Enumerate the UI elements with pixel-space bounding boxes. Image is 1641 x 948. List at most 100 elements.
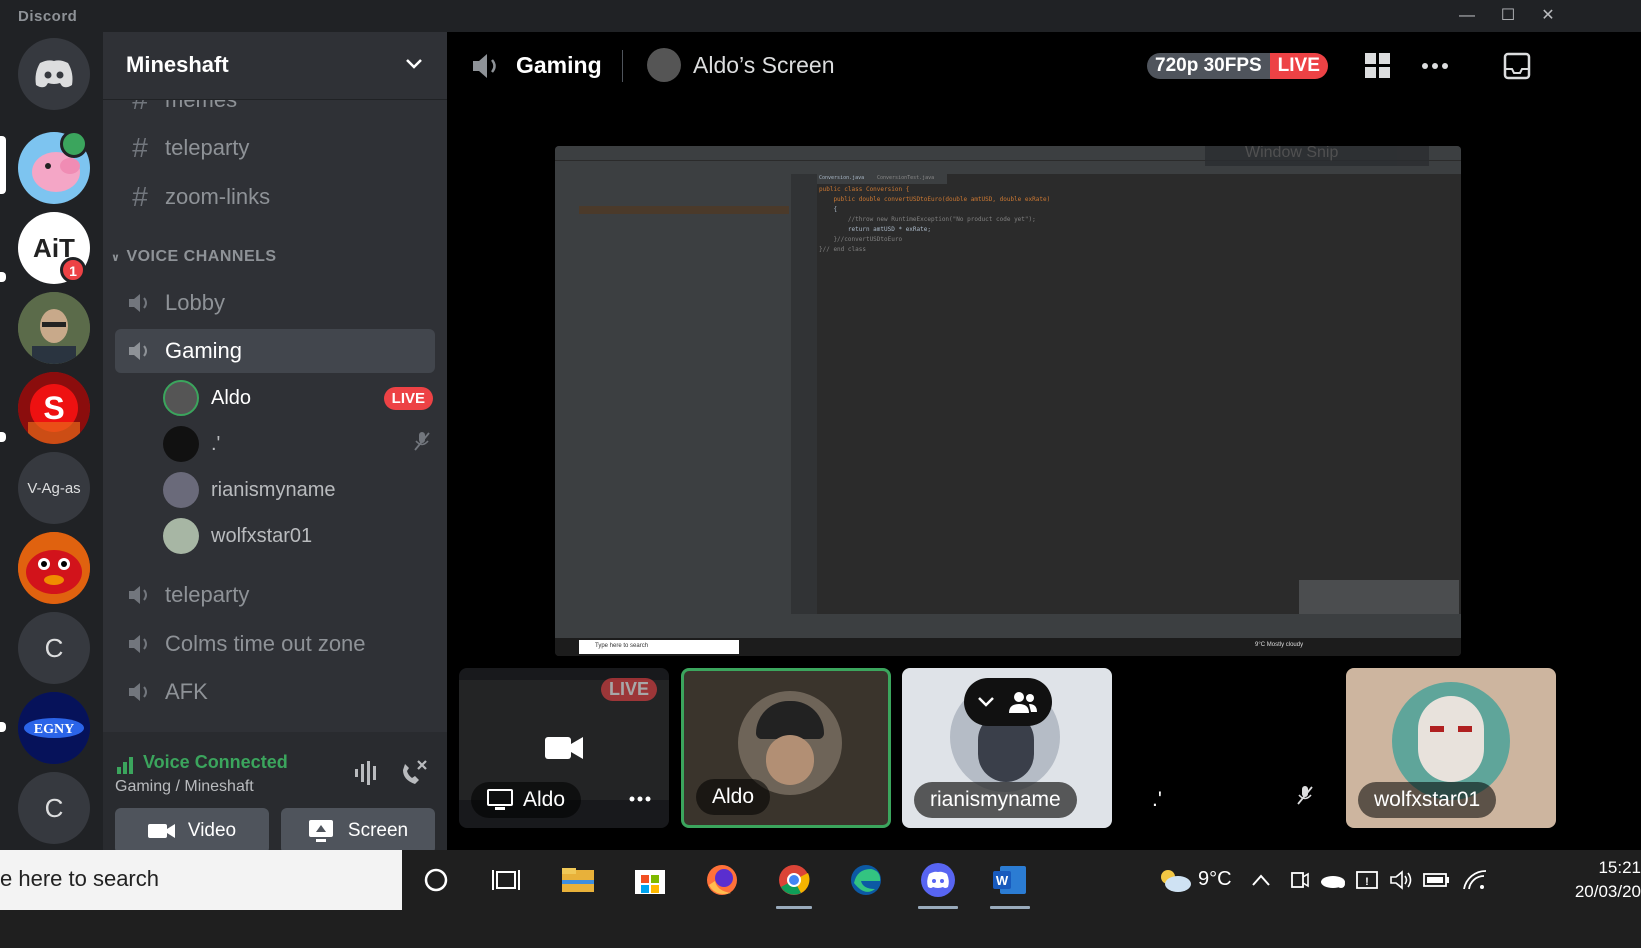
tile-name: Aldo xyxy=(471,782,582,818)
v-ag-as-server-icon[interactable]: V-Ag-as xyxy=(18,452,90,524)
tile-name: rianismyname xyxy=(914,782,1077,818)
ide-notification xyxy=(1299,580,1459,614)
code-line: public double convertUSDtoEuro(double am… xyxy=(819,196,1051,203)
channel-name: AFK xyxy=(165,679,208,704)
ide-editor: Conversion.java ConversionTest.java publ… xyxy=(817,174,1461,614)
task-view-icon[interactable] xyxy=(486,860,526,900)
more-options-icon[interactable] xyxy=(1421,62,1449,70)
camera-icon xyxy=(545,737,583,759)
weather-icon[interactable] xyxy=(1152,860,1196,900)
code-line: }//convertUSDtoEuro xyxy=(819,236,903,243)
shared-screen-video[interactable]: Conversion.java ConversionTest.java publ… xyxy=(555,146,1461,656)
disconnect-icon[interactable] xyxy=(399,758,429,788)
minimize-button[interactable]: — xyxy=(1452,4,1482,28)
signal-icon xyxy=(117,757,133,774)
remote-taskbar: Type here to search 9°C Mostly cloudy xyxy=(555,638,1461,656)
firefox-icon[interactable] xyxy=(702,860,742,900)
network-warning-icon[interactable]: ! xyxy=(1352,860,1382,900)
unread-indicator xyxy=(0,272,6,282)
category-label: VOICE CHANNELS xyxy=(126,248,277,265)
cortana-icon[interactable] xyxy=(416,860,456,900)
person-server-icon[interactable] xyxy=(18,292,90,364)
speaker-icon xyxy=(121,633,159,655)
participants-toggle[interactable] xyxy=(964,678,1052,726)
voice-member-dot[interactable]: .' xyxy=(163,424,433,464)
screen-share-icon xyxy=(308,820,333,842)
tile-dot[interactable]: .' xyxy=(1124,668,1334,828)
channel-teleparty-text[interactable]: # teleparty xyxy=(115,126,435,170)
voice-channel-colms[interactable]: Colms time out zone xyxy=(115,622,435,666)
red-creature-server-icon[interactable] xyxy=(18,532,90,604)
channel-name: teleparty xyxy=(165,135,250,160)
edge-icon[interactable] xyxy=(846,860,886,900)
muted-mic-icon xyxy=(411,430,433,458)
screen-share-button[interactable]: Screen xyxy=(281,808,435,854)
speaker-icon xyxy=(121,681,159,703)
guild-header[interactable]: Mineshaft xyxy=(103,32,447,100)
stage-channel-name: Gaming xyxy=(516,52,602,78)
file-explorer-icon[interactable] xyxy=(558,860,598,900)
voice-member-aldo[interactable]: Aldo LIVE xyxy=(163,378,433,418)
live-badge: LIVE xyxy=(1269,53,1328,79)
close-window-button[interactable]: ✕ xyxy=(1533,4,1563,28)
temperature[interactable]: 9°C xyxy=(1198,868,1232,891)
discord-taskbar-icon[interactable] xyxy=(918,860,958,900)
c-server-icon[interactable]: C xyxy=(18,612,90,684)
voice-member-wolfxstar01[interactable]: wolfxstar01 xyxy=(163,516,433,556)
meet-now-icon[interactable] xyxy=(1284,860,1314,900)
voice-channel-lobby[interactable]: Lobby xyxy=(115,281,435,325)
speaking-badge xyxy=(60,130,88,158)
system-clock[interactable]: 15:21 20/03/20 xyxy=(1571,856,1641,904)
screen-label: Screen xyxy=(347,820,409,841)
speaker-icon xyxy=(473,54,496,78)
server-rail: AiT 1 S V-Ag-as C EGNY C xyxy=(0,32,103,886)
c-server-icon-2[interactable]: C xyxy=(18,772,90,844)
tile-rianismyname[interactable]: rianismyname xyxy=(902,668,1112,828)
code-line: public class Conversion { xyxy=(819,186,910,193)
tile-wolfxstar01[interactable]: wolfxstar01 xyxy=(1346,668,1556,828)
tile-aldo-camera[interactable]: Aldo xyxy=(681,668,891,828)
channel-zoom-links[interactable]: # zoom-links xyxy=(115,175,435,219)
tile-aldo-stream[interactable]: LIVE Aldo xyxy=(459,668,669,828)
avatar xyxy=(163,518,199,554)
video-button[interactable]: Video xyxy=(115,808,269,854)
voice-member-rianismyname[interactable]: rianismyname xyxy=(163,470,433,510)
noise-suppression-icon[interactable] xyxy=(353,760,381,786)
editor-tab: Conversion.java xyxy=(819,175,865,181)
battery-icon[interactable] xyxy=(1420,860,1454,900)
chrome-icon[interactable] xyxy=(774,860,814,900)
onedrive-icon[interactable] xyxy=(1318,860,1348,900)
remote-weather: 9°C Mostly cloudy xyxy=(1255,642,1304,648)
more-options-icon[interactable] xyxy=(629,796,651,802)
store-icon[interactable] xyxy=(630,860,670,900)
monitor-icon xyxy=(487,789,513,810)
divider xyxy=(622,50,623,82)
unread-indicator-3 xyxy=(0,722,6,732)
wifi-icon[interactable] xyxy=(1458,860,1492,900)
voice-channel-teleparty[interactable]: teleparty xyxy=(115,573,435,617)
ide-tool-strip xyxy=(555,174,565,614)
stream-quality: 720p 30FPS LIVE xyxy=(1147,53,1328,79)
tile-name: wolfxstar01 xyxy=(1358,782,1497,818)
channel-name: zoom-links xyxy=(165,184,271,209)
voice-category-header[interactable]: ∨ VOICE CHANNELS xyxy=(111,248,277,266)
inbox-icon[interactable] xyxy=(1503,52,1531,80)
volume-icon[interactable] xyxy=(1386,860,1416,900)
s-logo-server-icon[interactable]: S xyxy=(18,372,90,444)
chevron-down-icon: ∨ xyxy=(111,252,121,264)
word-icon[interactable]: W xyxy=(990,860,1030,900)
voice-channel-afk[interactable]: AFK xyxy=(115,670,435,714)
speaker-icon xyxy=(121,292,159,314)
chevron-up-icon[interactable] xyxy=(1246,860,1276,900)
voice-channel-gaming[interactable]: Gaming xyxy=(115,329,435,373)
avatar xyxy=(163,380,199,416)
discord-home-icon[interactable] xyxy=(18,38,90,110)
grid-layout-icon[interactable] xyxy=(1365,53,1391,79)
maximize-button[interactable]: ☐ xyxy=(1493,4,1523,28)
speaker-icon xyxy=(121,340,159,362)
voice-status[interactable]: Voice Connected xyxy=(143,752,288,773)
taskbar-search[interactable]: e here to search xyxy=(0,850,402,910)
blue-logo-server-icon[interactable]: EGNY xyxy=(18,692,90,764)
svg-text:EGNY: EGNY xyxy=(34,722,74,737)
guild-name: Mineshaft xyxy=(126,52,229,77)
